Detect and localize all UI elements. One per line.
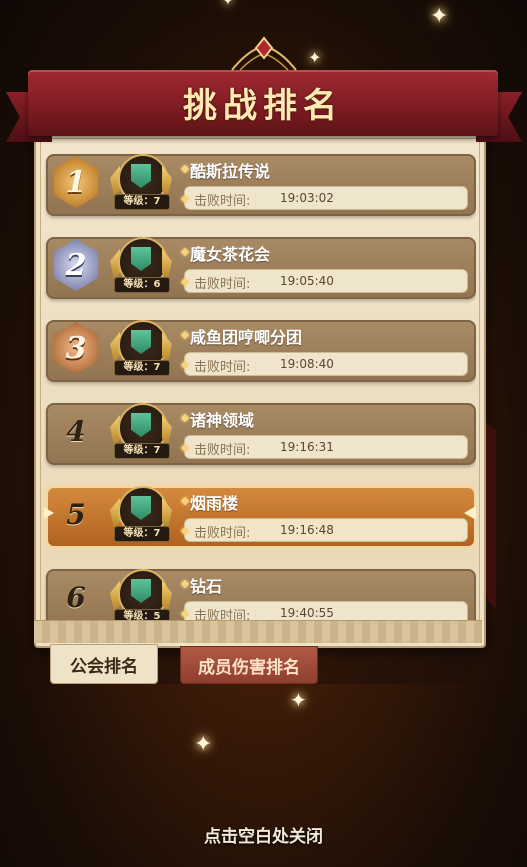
sparkle-icon: ✦ xyxy=(430,4,449,29)
guild-emblem: 等级：7 xyxy=(110,320,172,376)
guild-name: 咸鱼团哼唧分团 xyxy=(190,328,303,347)
emblem-wing-right xyxy=(162,498,172,528)
defeat-time-value: 19:08:40 xyxy=(280,357,334,371)
defeat-time-label: 击败时间: xyxy=(194,360,251,375)
guild-level: 等级：6 xyxy=(114,277,170,293)
guild-emblem: 等级：6 xyxy=(110,237,172,293)
tab-member-damage-ranking[interactable]: 成员伤害排名 xyxy=(180,646,318,684)
defeat-time-value: 19:16:48 xyxy=(280,523,334,537)
ranking-row[interactable]: 4 等级：7 诸神领域 击败时间: 19:16:31 xyxy=(44,399,476,465)
close-hint[interactable]: 点击空白处关闭 xyxy=(0,822,527,847)
rank-badge: 5 xyxy=(66,497,86,531)
sparkle-icon: ✦ xyxy=(222,0,234,9)
guild-name: 诸神领域 xyxy=(190,411,255,430)
emblem-wing-right xyxy=(162,415,172,445)
emblem-wing-right xyxy=(162,332,172,362)
defeat-time-label: 击败时间: xyxy=(194,526,251,541)
sparkle-icon: ✦ xyxy=(290,688,307,712)
sparkle-icon: ✦ xyxy=(194,732,213,757)
ranking-row[interactable]: 6 等级：5 钻石 击败时间: 19:40:55 xyxy=(44,565,476,622)
guild-emblem: 等级：7 xyxy=(110,403,172,459)
rank-badge: 4 xyxy=(66,414,86,448)
guild-name: 钻石 xyxy=(190,577,223,596)
guild-emblem: 等级：5 xyxy=(110,569,172,622)
guild-name: 魔女茶花会 xyxy=(190,245,271,264)
guild-emblem: 等级：7 xyxy=(110,154,172,210)
defeat-time-label: 击败时间: xyxy=(194,443,251,458)
defeat-time-value: 19:03:02 xyxy=(280,191,334,205)
emblem-wing-right xyxy=(162,249,172,279)
guild-level: 等级：7 xyxy=(114,526,170,542)
guild-name: 烟雨楼 xyxy=(190,494,239,513)
defeat-time-value: 19:05:40 xyxy=(280,274,334,288)
guild-level: 等级：7 xyxy=(114,194,170,210)
page-title: 挑战排名 xyxy=(183,86,343,126)
panel-bottom-trim xyxy=(34,620,482,643)
emblem-wing-right xyxy=(162,581,172,611)
title-banner: 挑战排名 xyxy=(28,70,498,136)
defeat-time-label: 击败时间: xyxy=(194,194,251,209)
guild-level: 等级：7 xyxy=(114,443,170,459)
ranking-row[interactable]: 2 等级：6 魔女茶花会 击败时间: 19:05:40 xyxy=(44,233,476,299)
ranking-list[interactable]: 1 等级：7 酷斯拉传说 击败时间: 19:03:02 2 等级：6 魔女茶花会… xyxy=(44,150,476,622)
ranking-row[interactable]: 3 等级：7 咸鱼团哼唧分团 击败时间: 19:08:40 xyxy=(44,316,476,382)
sparkle-icon: ✦ xyxy=(308,48,322,67)
guild-emblem: 等级：7 xyxy=(110,486,172,542)
guild-level: 等级：7 xyxy=(114,360,170,376)
ranking-row[interactable]: 1 等级：7 酷斯拉传说 击败时间: 19:03:02 xyxy=(44,150,476,216)
defeat-time-value: 19:40:55 xyxy=(280,606,334,620)
rank-badge: 6 xyxy=(66,580,86,614)
ranking-row[interactable]: 5 等级：7 烟雨楼 击败时间: 19:16:48 xyxy=(44,482,476,548)
defeat-time-label: 击败时间: xyxy=(194,277,251,292)
banner-crest-icon xyxy=(231,36,297,71)
emblem-wing-right xyxy=(162,166,172,196)
guild-name: 酷斯拉传说 xyxy=(190,162,271,181)
tab-guild-ranking[interactable]: 公会排名 xyxy=(50,644,158,684)
defeat-time-value: 19:16:31 xyxy=(280,440,334,454)
